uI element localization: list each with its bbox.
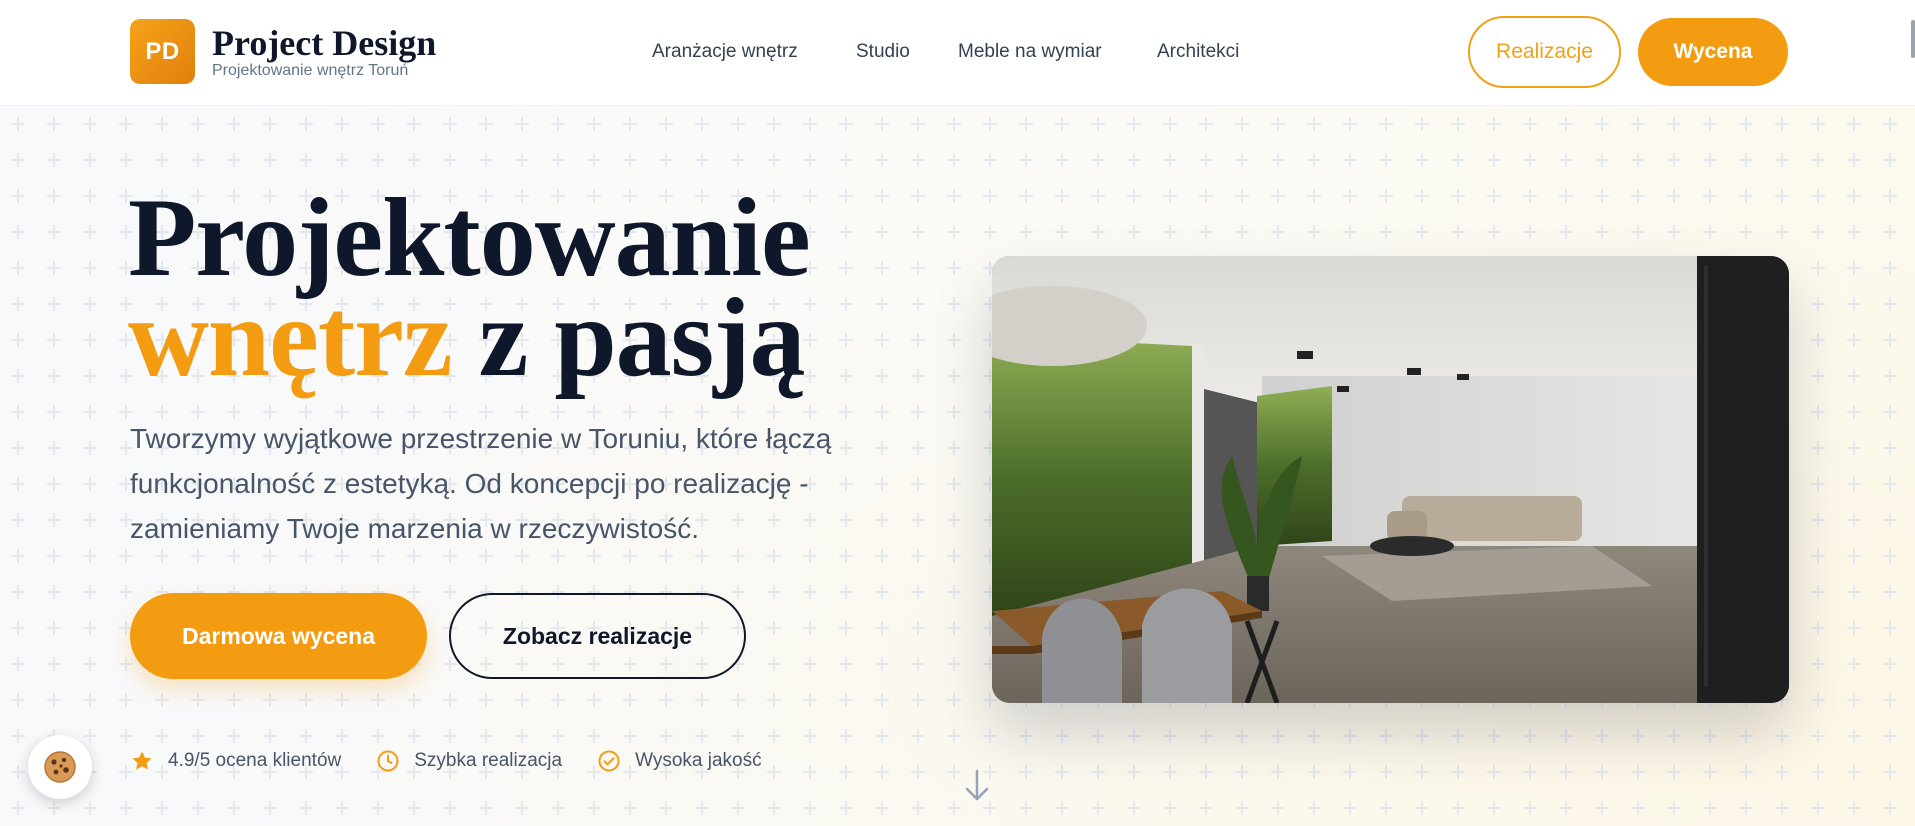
- realizacje-button[interactable]: Realizacje: [1468, 16, 1621, 88]
- nav-link-architekci[interactable]: Architekci: [1157, 41, 1239, 63]
- hero-title: Projektowanie wnętrz z pasją: [128, 182, 811, 394]
- nav-link-meble[interactable]: Meble na wymiar: [958, 41, 1102, 63]
- feature-label: Szybka realizacja: [414, 750, 563, 771]
- brand-name[interactable]: Project Design: [212, 22, 436, 64]
- feature-list: 4.9/5 ocena klientów Szybka realizacja W…: [130, 746, 797, 776]
- clock-icon: [377, 750, 399, 772]
- feature-rating: 4.9/5 ocena klientów: [130, 749, 341, 773]
- hero-title-accent: wnętrz: [128, 276, 453, 400]
- feature-speed: Szybka realizacja: [376, 749, 562, 773]
- feature-quality: Wysoka jakość: [597, 749, 762, 773]
- cookie-icon: [44, 751, 76, 783]
- scroll-down-icon[interactable]: [962, 768, 992, 804]
- cookie-settings-button[interactable]: [28, 735, 92, 799]
- feature-label: 4.9/5 ocena klientów: [168, 750, 342, 771]
- feature-label: Wysoka jakość: [635, 750, 762, 771]
- hero-section: Projektowanie wnętrz z pasją Tworzymy wy…: [0, 106, 1915, 826]
- site-header: PD Project Design Projektowanie wnętrz T…: [0, 0, 1915, 106]
- see-projects-button[interactable]: Zobacz realizacje: [449, 593, 746, 679]
- wycena-button[interactable]: Wycena: [1638, 18, 1788, 86]
- logo-badge[interactable]: PD: [130, 19, 195, 84]
- hero-image: [992, 256, 1789, 703]
- nav-link-aranzacje[interactable]: Aranżacje wnętrz: [652, 41, 798, 63]
- star-icon: [132, 751, 152, 770]
- hero-title-rest: z pasją: [451, 276, 806, 400]
- nav-link-studio[interactable]: Studio: [856, 41, 910, 63]
- interior-render: [992, 256, 1789, 703]
- hero-lead: Tworzymy wyjątkowe przestrzenie w Toruni…: [130, 423, 832, 544]
- free-quote-button[interactable]: Darmowa wycena: [130, 593, 427, 679]
- scrollbar-thumb[interactable]: [1911, 20, 1915, 58]
- check-circle-icon: [598, 750, 620, 772]
- brand-tagline: Projektowanie wnętrz Toruń: [212, 62, 409, 79]
